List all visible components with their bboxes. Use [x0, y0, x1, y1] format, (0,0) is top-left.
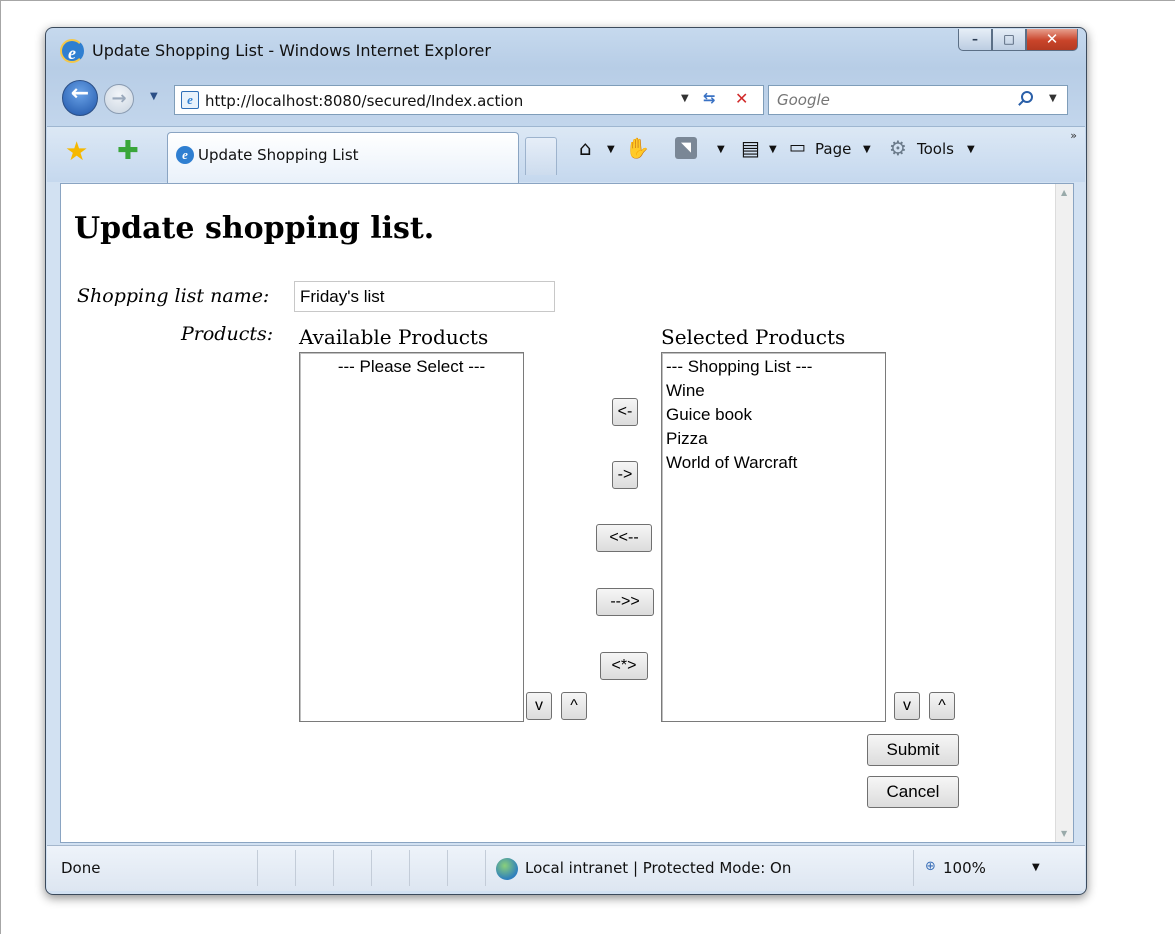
status-divider [257, 850, 258, 886]
move-all-left-button[interactable]: <<-- [596, 524, 652, 552]
browser-window: e Update Shopping List - Windows Interne… [45, 27, 1087, 895]
more-commands-chevron-icon[interactable]: » [1070, 129, 1077, 142]
back-arrow-icon: ← [70, 81, 90, 106]
list-item[interactable]: World of Warcraft [666, 451, 881, 475]
maximize-button[interactable]: □ [992, 29, 1026, 51]
favorites-star-icon[interactable]: ★ [65, 139, 88, 165]
forward-arrow-icon: → [111, 88, 127, 109]
page-content: ▲ ▼ Update shopping list. Shopping list … [60, 183, 1074, 843]
home-dropdown-icon[interactable]: ▼ [607, 144, 615, 155]
search-box[interactable]: ▼ [768, 85, 1068, 115]
new-tab-button[interactable] [525, 137, 557, 175]
scroll-down-icon[interactable]: ▼ [1061, 829, 1067, 838]
available-move-down-button[interactable]: v [526, 692, 552, 720]
status-divider [295, 850, 296, 886]
page-menu[interactable]: Page [815, 140, 851, 158]
zoom-level[interactable]: 100% [943, 859, 986, 877]
tab-label: Update Shopping List [198, 146, 359, 164]
security-zone-text[interactable]: Local intranet | Protected Mode: On [525, 859, 791, 877]
available-move-up-button[interactable]: ^ [561, 692, 587, 720]
selected-move-up-button[interactable]: ^ [929, 692, 955, 720]
shopping-list-name-label: Shopping list name: [77, 285, 270, 307]
refresh-icon[interactable]: ⇆ [703, 89, 716, 107]
status-divider [409, 850, 410, 886]
vertical-scrollbar[interactable]: ▲ ▼ [1055, 184, 1073, 842]
submit-button[interactable]: Submit [867, 734, 959, 766]
selected-products-list[interactable]: --- Shopping List --- Wine Guice book Pi… [661, 352, 886, 722]
window-controls: – □ ✕ [958, 29, 1078, 51]
page-menu-dropdown-icon[interactable]: ▼ [863, 144, 871, 155]
feeds-icon[interactable]: ◥ [675, 137, 697, 159]
back-button[interactable]: ← [62, 80, 98, 116]
status-divider [371, 850, 372, 886]
products-label: Products: [181, 323, 274, 345]
tab-update-shopping-list[interactable]: e Update Shopping List [167, 132, 519, 183]
stop-icon[interactable]: ✕ [735, 89, 748, 108]
available-products-heading: Available Products [299, 325, 489, 349]
status-divider [485, 850, 486, 886]
feeds-dropdown-icon[interactable]: ▼ [717, 144, 725, 155]
zoom-magnifier-icon[interactable]: ⊕ [925, 859, 936, 874]
list-item[interactable]: Guice book [666, 403, 881, 427]
selected-products-heading: Selected Products [661, 325, 846, 349]
page-menu-icon[interactable]: ▭ [789, 137, 806, 158]
search-options-dropdown-icon[interactable]: ▼ [1049, 93, 1057, 104]
add-favorites-icon[interactable]: ✚ [117, 138, 139, 164]
title-bar: e Update Shopping List - Windows Interne… [46, 28, 1086, 70]
page-title: Update shopping list. [74, 211, 435, 246]
swap-button[interactable]: <*> [600, 652, 648, 680]
internet-explorer-icon: e [60, 39, 84, 63]
move-left-button[interactable]: <- [612, 398, 638, 426]
list-item[interactable]: --- Please Select --- [304, 355, 519, 379]
status-divider [333, 850, 334, 886]
zoom-dropdown-icon[interactable]: ▼ [1032, 862, 1040, 873]
cancel-button[interactable]: Cancel [867, 776, 959, 808]
tools-gear-icon[interactable]: ⚙ [889, 136, 907, 160]
local-intranet-globe-icon [496, 858, 518, 880]
command-bar: ★ ✚ e Update Shopping List ⌂ ▼ ✋ ◥ ▼ ▤ ▼… [47, 126, 1085, 183]
move-all-right-button[interactable]: -->> [596, 588, 654, 616]
search-input[interactable] [775, 90, 1005, 110]
tools-menu-dropdown-icon[interactable]: ▼ [967, 144, 975, 155]
status-divider [913, 850, 914, 886]
print-icon[interactable]: ▤ [741, 136, 760, 160]
list-item[interactable]: Pizza [666, 427, 881, 451]
hand-icon[interactable]: ✋ [625, 136, 650, 160]
tab-page-icon: e [176, 146, 194, 164]
status-text: Done [61, 859, 101, 877]
address-bar[interactable]: e http://localhost:8080/secured/Index.ac… [174, 85, 764, 115]
forward-button[interactable]: → [104, 84, 134, 114]
move-right-button[interactable]: -> [612, 461, 638, 489]
scroll-up-icon[interactable]: ▲ [1061, 188, 1067, 197]
print-dropdown-icon[interactable]: ▼ [769, 144, 777, 155]
search-icon[interactable] [1021, 91, 1033, 103]
selected-move-down-button[interactable]: v [894, 692, 920, 720]
tools-menu[interactable]: Tools [917, 140, 954, 158]
list-item[interactable]: Wine [666, 379, 881, 403]
close-button[interactable]: ✕ [1026, 29, 1078, 51]
list-item[interactable]: --- Shopping List --- [666, 355, 881, 379]
status-divider [447, 850, 448, 886]
url-text[interactable]: http://localhost:8080/secured/Index.acti… [205, 92, 523, 110]
address-dropdown-icon[interactable]: ▼ [681, 93, 689, 104]
page-icon: e [181, 91, 199, 109]
shopping-list-name-input[interactable] [294, 281, 555, 312]
status-bar: Done Local intranet | Protected Mode: On… [47, 845, 1085, 891]
available-products-list[interactable]: --- Please Select --- [299, 352, 524, 722]
recent-pages-dropdown-icon[interactable]: ▼ [150, 91, 158, 102]
window-title: Update Shopping List - Windows Internet … [92, 41, 491, 60]
home-icon[interactable]: ⌂ [579, 136, 592, 160]
minimize-button[interactable]: – [958, 29, 992, 51]
